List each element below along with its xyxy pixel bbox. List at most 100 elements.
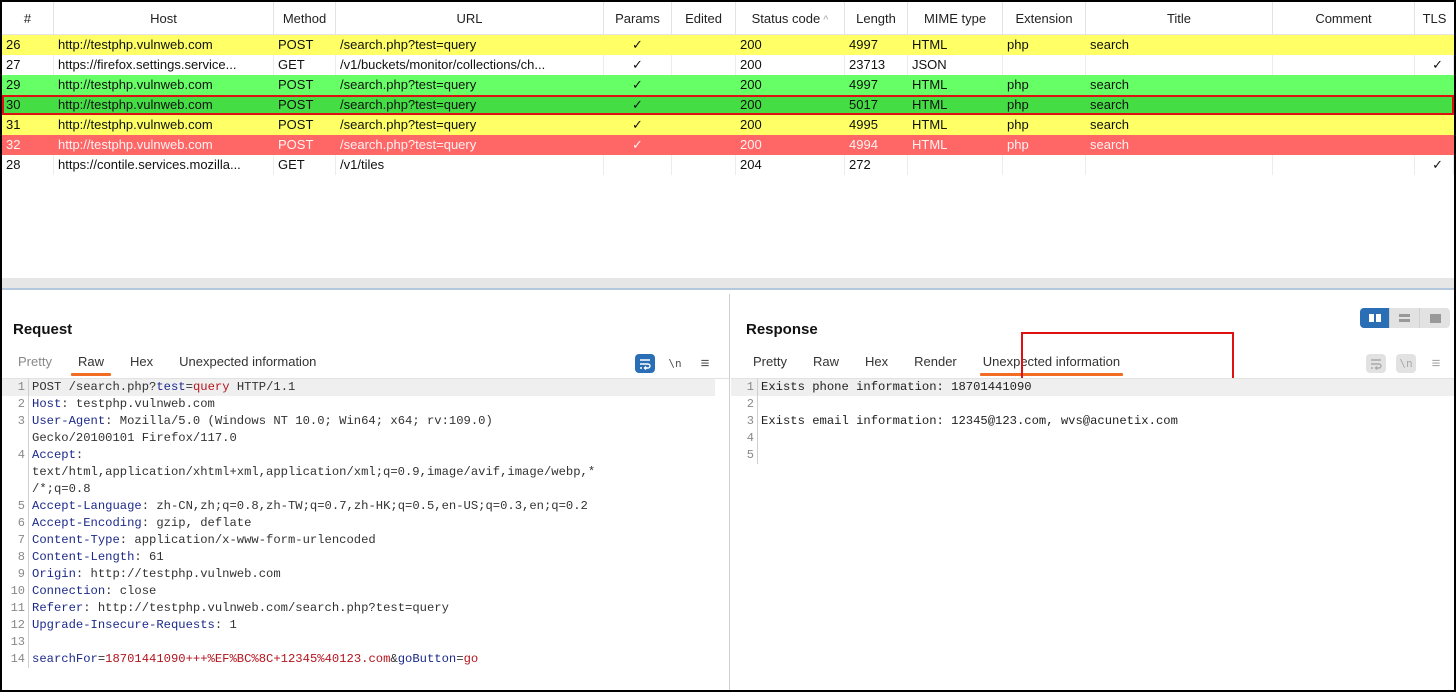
column-header-host[interactable]: Host <box>54 2 274 35</box>
column-header-params[interactable]: Params <box>604 2 672 35</box>
cell-url: /search.php?test=query <box>340 137 477 152</box>
code-line: 8 Content-Length: 61 <box>2 549 729 566</box>
single-view-button[interactable] <box>1420 308 1450 328</box>
column-header-status-code[interactable]: Status code ^ <box>736 2 845 35</box>
code-text: : 61 <box>134 550 164 564</box>
response-tab-hex[interactable]: Hex <box>852 350 901 376</box>
cell-method: GET <box>274 155 336 175</box>
line-content: Accept-Language: zh-CN,zh;q=0.8,zh-TW;q=… <box>29 498 588 515</box>
response-title: Response <box>746 321 818 338</box>
cell-status: 200 <box>740 117 762 132</box>
request-editor[interactable]: 1 POST /search.php?test=query HTTP/1.1 2 Ho… <box>2 378 729 690</box>
pane-splitter[interactable] <box>2 278 1454 290</box>
column-header-extension[interactable]: Extension <box>1003 2 1086 35</box>
request-tab-hex[interactable]: Hex <box>117 350 166 376</box>
horizontal-view-button[interactable] <box>1390 308 1420 328</box>
line-content <box>758 430 761 447</box>
cell-host: http://testphp.vulnweb.com <box>58 117 213 132</box>
newline-toggle-icon[interactable]: \n <box>665 354 685 373</box>
table-row[interactable]: 27 https://firefox.settings.service... GET… <box>2 55 1454 75</box>
cell-mime: HTML <box>912 117 948 132</box>
cell-id: 28 <box>2 155 54 175</box>
cell-mime <box>908 155 1003 175</box>
code-line: 7 Content-Type: application/x-www-form-ur… <box>2 532 729 549</box>
line-content: Accept: <box>29 447 83 464</box>
newline-toggle-icon[interactable]: \n <box>1396 354 1416 373</box>
cell-comment <box>1273 115 1415 135</box>
cell-mime: HTML <box>912 77 948 92</box>
column-header-label: Status code <box>751 11 821 26</box>
split-view-icon <box>1368 314 1381 322</box>
table-row[interactable]: 28 https://contile.services.mozilla... GET… <box>2 155 1454 175</box>
line-content: /*;q=0.8 <box>29 481 91 498</box>
cell-comment <box>1273 135 1415 155</box>
single-view-icon <box>1429 313 1441 323</box>
line-content <box>758 447 761 464</box>
cell-title: search <box>1090 37 1130 52</box>
line-number: 4 <box>2 447 29 464</box>
column-header-tls[interactable]: TLS <box>1415 2 1454 35</box>
cell-mime: HTML <box>912 137 948 152</box>
code-text: Gecko/20100101 Firefox/117.0 <box>32 431 237 445</box>
request-tab-raw[interactable]: Raw <box>65 350 117 376</box>
code-text: /*;q=0.8 <box>32 482 91 496</box>
response-tab-unexpected-information[interactable]: Unexpected information <box>970 350 1133 376</box>
line-content: Accept-Encoding: gzip, deflate <box>29 515 251 532</box>
request-tabs: Pretty Raw Hex Unexpected information <box>5 350 329 376</box>
response-tab-render[interactable]: Render <box>901 350 970 376</box>
line-number: 1 <box>2 379 29 396</box>
line-content: User-Agent: Mozilla/5.0 (Windows NT 10.0… <box>29 413 493 430</box>
code-text: : Mozilla/5.0 (Windows NT 10.0; Win64; x… <box>105 414 493 428</box>
sort-ascending-icon[interactable]: ^ <box>823 14 828 26</box>
code-line: 4 <box>731 430 1454 447</box>
response-editor[interactable]: 1 Exists phone information: 18701441090 2 3… <box>731 378 1454 690</box>
table-row[interactable]: 31 http://testphp.vulnweb.com POST/search.… <box>2 115 1454 135</box>
code-text: = <box>456 652 464 666</box>
response-tab-pretty[interactable]: Pretty <box>740 350 800 376</box>
code-line: 2 Host: testphp.vulnweb.com <box>2 396 729 413</box>
column-header-url[interactable]: URL <box>336 2 604 35</box>
split-view-button[interactable] <box>1360 308 1390 328</box>
column-header-method[interactable]: Method <box>274 2 336 35</box>
table-row[interactable]: 26 http://testphp.vulnweb.com POST/search.… <box>2 35 1454 55</box>
line-number: 12 <box>2 617 29 634</box>
request-tab-pretty[interactable]: Pretty <box>5 350 65 376</box>
cell-edited <box>672 55 736 75</box>
code-text: POST /search.php? <box>32 380 157 394</box>
request-tab-unexpected-information[interactable]: Unexpected information <box>166 350 329 376</box>
code-line: Gecko/20100101 Firefox/117.0 <box>2 430 729 447</box>
line-content <box>29 634 32 651</box>
table-row[interactable]: 30 http://testphp.vulnweb.com POST/search.… <box>2 95 1454 115</box>
word-wrap-icon[interactable] <box>1366 354 1386 373</box>
code-text: : http://testphp.vulnweb.com <box>75 567 281 581</box>
cell-id: 29 <box>6 77 21 92</box>
column-header-label: Method <box>282 11 327 26</box>
code-text: : close <box>105 584 157 598</box>
menu-icon[interactable]: ≡ <box>695 354 715 373</box>
line-content: Host: testphp.vulnweb.com <box>29 396 215 413</box>
header-name: Accept <box>32 448 76 462</box>
column-header-title[interactable]: Title <box>1086 2 1273 35</box>
table-row[interactable]: 32 http://testphp.vulnweb.com POST/search.… <box>2 135 1454 155</box>
word-wrap-icon[interactable] <box>635 354 655 373</box>
cell-host: https://firefox.settings.service... <box>54 55 274 75</box>
column-header-mime-type[interactable]: MIME type <box>908 2 1003 35</box>
code-text: : testphp.vulnweb.com <box>61 397 215 411</box>
response-tab-raw[interactable]: Raw <box>800 350 852 376</box>
cell-edited <box>672 35 736 55</box>
column-header-label: Comment <box>1315 11 1372 26</box>
menu-icon[interactable]: ≡ <box>1426 354 1446 373</box>
code-line: 5 Accept-Language: zh-CN,zh;q=0.8,zh-TW;q… <box>2 498 729 515</box>
column-header-label: Extension <box>1015 11 1073 26</box>
table-row[interactable]: 29 http://testphp.vulnweb.com POST/search.… <box>2 75 1454 95</box>
column-header-edited[interactable]: Edited <box>672 2 736 35</box>
column-header-number[interactable]: # <box>2 2 54 35</box>
column-header-length[interactable]: Length <box>845 2 908 35</box>
line-number: 11 <box>2 600 29 617</box>
cell-length: 272 <box>845 155 908 175</box>
column-header-comment[interactable]: Comment <box>1273 2 1415 35</box>
cell-id: 31 <box>6 117 21 132</box>
view-mode-toggle <box>1360 308 1450 328</box>
header-name: Content-Type <box>32 533 120 547</box>
cell-length: 4997 <box>849 37 878 52</box>
